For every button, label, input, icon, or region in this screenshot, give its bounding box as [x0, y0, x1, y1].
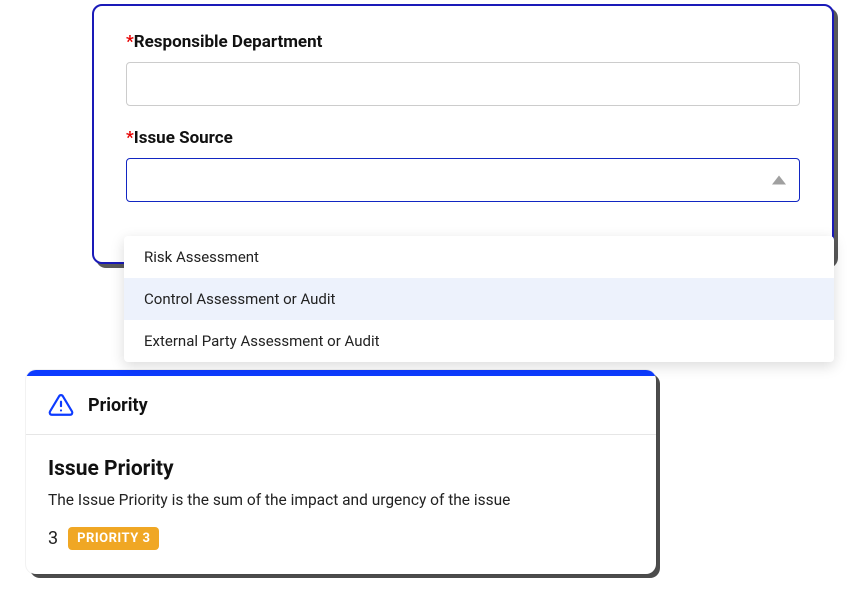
form-card: *Responsible Department *Issue Source — [92, 4, 834, 264]
dropdown-option-control-assessment[interactable]: Control Assessment or Audit — [124, 278, 834, 320]
priority-score-row: 3 PRIORITY 3 — [48, 527, 634, 550]
priority-header: Priority — [26, 376, 656, 435]
responsible-department-field: *Responsible Department — [126, 32, 800, 106]
issue-source-label: *Issue Source — [126, 128, 800, 148]
responsible-department-label-text: Responsible Department — [134, 32, 323, 52]
caret-up-icon — [772, 176, 786, 185]
priority-header-title: Priority — [88, 395, 148, 416]
required-indicator: * — [126, 32, 134, 52]
dropdown-option-risk-assessment[interactable]: Risk Assessment — [124, 236, 834, 278]
issue-priority-title: Issue Priority — [48, 457, 634, 481]
required-indicator: * — [126, 128, 134, 148]
warning-triangle-icon — [48, 392, 74, 418]
priority-badge: PRIORITY 3 — [68, 527, 159, 550]
issue-source-select-wrap — [126, 158, 800, 202]
responsible-department-input[interactable] — [126, 62, 800, 106]
priority-card: Priority Issue Priority The Issue Priori… — [26, 370, 656, 574]
issue-source-label-text: Issue Source — [134, 128, 233, 148]
issue-priority-description: The Issue Priority is the sum of the imp… — [48, 491, 634, 509]
issue-source-field: *Issue Source — [126, 128, 800, 202]
issue-source-select[interactable] — [126, 158, 800, 202]
issue-source-dropdown: Risk Assessment Control Assessment or Au… — [124, 236, 834, 362]
dropdown-option-external-party[interactable]: External Party Assessment or Audit — [124, 320, 834, 362]
priority-score: 3 — [48, 528, 58, 549]
responsible-department-label: *Responsible Department — [126, 32, 800, 52]
priority-body: Issue Priority The Issue Priority is the… — [26, 435, 656, 574]
